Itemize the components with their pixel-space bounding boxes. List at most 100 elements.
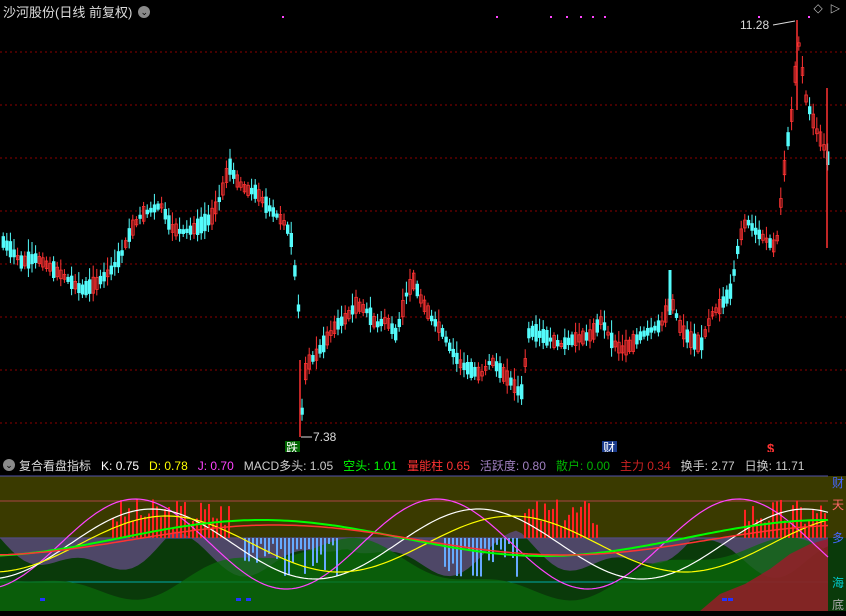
candle-body bbox=[350, 305, 355, 315]
candle-body bbox=[296, 304, 301, 312]
candle-body bbox=[336, 317, 340, 330]
top-right-toolbar: ◇ ▷ bbox=[814, 1, 840, 15]
candle-body bbox=[757, 229, 761, 240]
candle-body bbox=[188, 225, 193, 235]
volume-bar bbox=[580, 506, 582, 538]
candle-body bbox=[156, 203, 160, 210]
marker-cai: 财 bbox=[603, 441, 615, 452]
candle-body bbox=[275, 213, 279, 218]
volume-bar bbox=[584, 500, 586, 538]
candle-body bbox=[646, 327, 650, 336]
volume-bar bbox=[304, 538, 306, 574]
indicator-name[interactable]: 复合看盘指标 bbox=[19, 457, 91, 474]
chevron-down-icon[interactable]: ⌄ bbox=[138, 5, 151, 18]
candle-body bbox=[88, 279, 92, 294]
indicator-value-6: 活跃度: 0.80 bbox=[479, 458, 546, 473]
candle-body bbox=[26, 251, 31, 269]
price-chart-panel[interactable]: 11.28 7.38 跌 财 $ 沙河股份(日线 前复权) ⌄ ◇ ▷ bbox=[0, 0, 846, 456]
volume-bar bbox=[180, 506, 182, 538]
volume-bar bbox=[444, 538, 446, 567]
side-label-duo: 多 bbox=[831, 531, 844, 545]
candle-body bbox=[494, 361, 499, 372]
candle-body bbox=[595, 319, 599, 333]
candle-body bbox=[527, 328, 531, 339]
candle-body bbox=[462, 362, 466, 371]
volume-bar bbox=[556, 499, 558, 538]
candle-body bbox=[685, 329, 689, 343]
candle-body bbox=[84, 280, 88, 296]
volume-bar bbox=[480, 538, 482, 577]
low-price-label: 7.38 bbox=[313, 430, 337, 444]
volume-bar bbox=[560, 526, 562, 538]
candle-body bbox=[149, 207, 153, 213]
indicator-title-bar: ⌄ 复合看盘指标 K: 0.75 D: 0.78 J: 0.70 MACD多头: 1.… bbox=[0, 456, 846, 474]
volume-bar bbox=[208, 503, 210, 538]
candle-body bbox=[195, 218, 200, 235]
volume-bar bbox=[264, 538, 266, 557]
candle-body bbox=[1, 236, 5, 248]
candle-body bbox=[267, 205, 272, 212]
bottom-signal bbox=[40, 598, 45, 601]
diamond-icon[interactable]: ◇ bbox=[814, 1, 823, 15]
candle-body bbox=[253, 184, 257, 199]
volume-bar bbox=[300, 538, 302, 550]
indicator-panel[interactable]: 财 天 多 海 底 bbox=[0, 474, 846, 612]
candle-body bbox=[271, 207, 275, 217]
volume-bar bbox=[260, 538, 262, 544]
candle-body bbox=[728, 283, 733, 299]
candle-body bbox=[311, 355, 315, 362]
chevron-down-icon[interactable]: ⌄ bbox=[3, 459, 15, 471]
signal-dot bbox=[758, 16, 760, 18]
indicator-chart[interactable] bbox=[0, 474, 846, 611]
indicator-value-9: 换手: 2.77 bbox=[680, 458, 735, 473]
indicator-value-0: K: 0.75 bbox=[101, 458, 140, 473]
candle-body bbox=[293, 265, 297, 277]
volume-bar bbox=[272, 538, 274, 544]
stock-title: 沙河股份(日线 前复权) bbox=[3, 5, 133, 20]
volume-bar bbox=[596, 524, 598, 538]
candle-body bbox=[203, 213, 207, 232]
candle-body bbox=[768, 238, 772, 248]
candle-body bbox=[34, 253, 38, 263]
candle-body bbox=[538, 330, 542, 338]
candle-body bbox=[674, 313, 679, 318]
volume-bar bbox=[328, 538, 330, 544]
volume-bar bbox=[192, 520, 194, 538]
signal-dot bbox=[496, 16, 498, 18]
candle-body bbox=[433, 319, 437, 327]
candle-body bbox=[556, 340, 560, 347]
candle-body bbox=[163, 208, 167, 220]
signal-dot bbox=[592, 16, 594, 18]
indicator-value-2: J: 0.70 bbox=[197, 458, 234, 473]
volume-bar bbox=[548, 510, 550, 538]
collapse-icon[interactable]: ▷ bbox=[831, 1, 840, 15]
candle-body bbox=[736, 245, 740, 255]
candle-body bbox=[339, 316, 344, 326]
candle-body bbox=[638, 331, 643, 341]
candle-body bbox=[80, 284, 85, 295]
candle-body bbox=[692, 333, 697, 350]
volume-bar bbox=[288, 538, 290, 575]
volume-bar bbox=[284, 538, 286, 576]
volume-bar bbox=[336, 538, 338, 577]
bottom-signal bbox=[246, 598, 251, 601]
indicator-value-1: D: 0.78 bbox=[149, 458, 188, 473]
volume-bar bbox=[748, 521, 750, 538]
candle-body bbox=[52, 261, 56, 278]
candle-body bbox=[656, 320, 661, 333]
candle-body bbox=[285, 224, 290, 234]
volume-bar bbox=[456, 538, 458, 576]
candle-body bbox=[541, 329, 545, 343]
candle-body bbox=[746, 219, 751, 226]
high-price-label: 11.28 bbox=[740, 18, 769, 32]
volume-bar bbox=[780, 499, 782, 538]
volume-bar bbox=[532, 509, 534, 538]
candle-body bbox=[534, 324, 538, 342]
candle-body bbox=[368, 307, 373, 326]
candlestick-chart[interactable]: 11.28 7.38 跌 财 $ bbox=[0, 0, 846, 456]
volume-bar bbox=[120, 499, 122, 538]
candle-body bbox=[516, 386, 520, 396]
high-arrow bbox=[772, 20, 796, 26]
volume-bar bbox=[488, 538, 490, 561]
upper-zone bbox=[0, 476, 846, 538]
